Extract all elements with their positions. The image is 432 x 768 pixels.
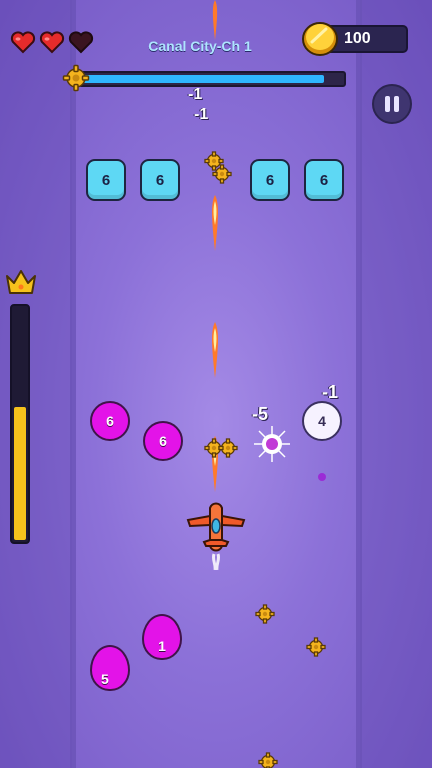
player-bullet (212, 322, 218, 378)
enemy-block: 6 (250, 159, 290, 201)
enemy-blob: 1 (142, 614, 182, 660)
power-meter (10, 304, 30, 544)
enemy-block: 6 (140, 159, 180, 201)
hit-burst (254, 426, 290, 462)
gear-icon (306, 637, 326, 657)
damage-popup: -1 (322, 382, 339, 402)
left-lane-edge (70, 0, 76, 768)
level-progress-bar (78, 71, 346, 87)
right-lane-edge (356, 0, 362, 768)
level-progress-fill (82, 75, 324, 83)
pause-button[interactable] (372, 84, 412, 124)
heart-icon (10, 31, 36, 54)
enemy-block: 6 (304, 159, 344, 201)
damage-popup: -1 (188, 86, 203, 103)
spark-particle (318, 473, 326, 481)
crown-icon (6, 270, 36, 294)
power-meter-fill (14, 407, 26, 540)
player-bullet (212, 195, 218, 251)
pause-icon (385, 96, 390, 112)
game-stage[interactable]: Canal City-Ch 1 100 6 6 6 6 -1 -1 -5 -1 … (0, 0, 432, 768)
gear-icon (212, 164, 232, 184)
enemy-blob: 6 (90, 401, 130, 441)
heart-empty-icon (68, 31, 94, 54)
gear-icon (258, 752, 278, 768)
enemy-blob-hit: 4 (302, 401, 342, 441)
coin-count: 100 (344, 30, 371, 47)
level-title: Canal City-Ch 1 (148, 38, 252, 54)
damage-popup: -1 (194, 106, 209, 123)
damage-popup: -5 (252, 404, 269, 424)
enemy-blob: 5 (90, 645, 130, 691)
gear-icon (62, 64, 90, 92)
gear-icon (255, 604, 275, 624)
gear-icon (218, 438, 238, 458)
lives-display (10, 30, 94, 54)
pause-icon (394, 96, 399, 112)
enemy-block: 6 (86, 159, 126, 201)
enemy-blob: 6 (143, 421, 183, 461)
heart-icon (39, 31, 65, 54)
player-plane[interactable] (186, 500, 246, 570)
coin-icon (302, 22, 338, 56)
player-bullet (212, 0, 218, 40)
